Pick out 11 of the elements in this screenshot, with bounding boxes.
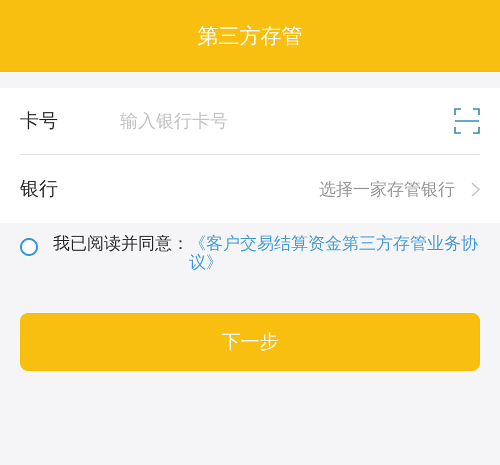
card-number-field[interactable]: 输入银行卡号	[120, 110, 454, 132]
next-button[interactable]: 下一步	[20, 313, 480, 371]
chevron-right-icon[interactable]	[471, 182, 480, 196]
agreement-text: 我已阅读并同意：	[53, 235, 189, 254]
agree-checkbox[interactable]	[20, 238, 38, 256]
page-title: 第三方存管	[198, 23, 302, 50]
field-label: 银行	[20, 177, 59, 202]
bank-select[interactable]: 选择一家存管银行	[120, 178, 455, 200]
agreement-link[interactable]: 《客户交易结算资金第三方存管业务协议》	[189, 235, 480, 273]
scan-icon[interactable]	[454, 108, 480, 134]
field-label: 卡号	[20, 109, 59, 134]
